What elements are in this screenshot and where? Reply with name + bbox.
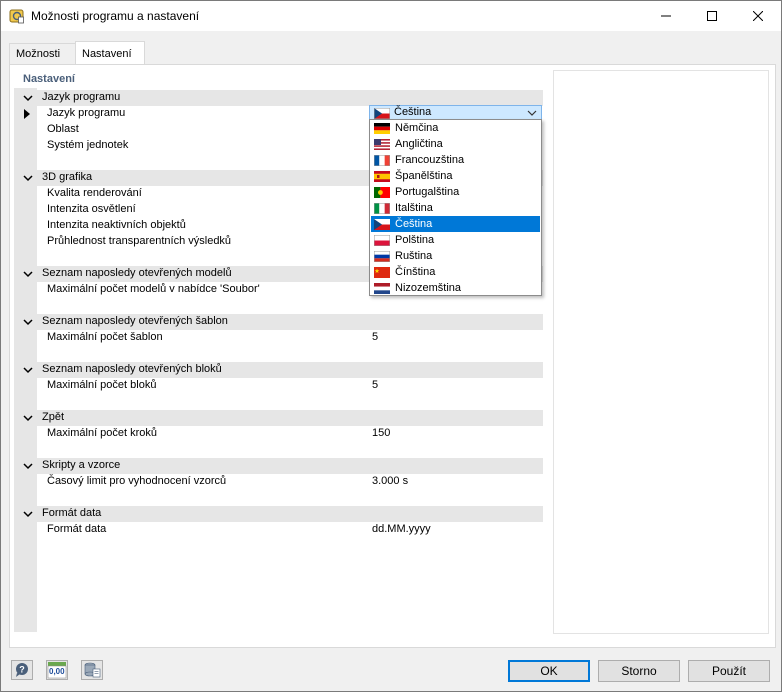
property-label: Maximální počet kroků xyxy=(47,427,158,439)
language-option-russian[interactable]: Ruština xyxy=(371,248,540,264)
minimize-icon xyxy=(661,15,671,17)
property-row-max-templates[interactable]: Maximální počet šablon 5 xyxy=(14,330,543,346)
property-label: Časový limit pro vyhodnocení vzorců xyxy=(47,475,227,487)
group-label: Skripty a vzorce xyxy=(42,459,121,471)
property-row-max-blocks[interactable]: Maximální počet bloků 5 xyxy=(14,378,543,394)
group-label: Formát data xyxy=(42,507,102,519)
group-label: Seznam naposledy otevřených šablon xyxy=(42,315,228,327)
language-option-french[interactable]: Francouzština xyxy=(371,152,540,168)
language-option-dutch[interactable]: Nizozemština xyxy=(371,280,540,296)
language-dropdown-list: Němčina Angličtina Francouzština Španělš… xyxy=(369,119,542,296)
language-option-german[interactable]: Němčina xyxy=(371,120,540,136)
maximize-icon xyxy=(707,11,717,21)
panel-title: Nastavení xyxy=(23,73,75,85)
group-language[interactable]: Jazyk programu xyxy=(14,90,543,106)
it-flag-icon xyxy=(374,203,390,214)
tab-settings[interactable]: Nastavení xyxy=(75,41,145,65)
svg-text:?: ? xyxy=(19,665,25,675)
pl-flag-icon xyxy=(374,235,390,246)
database-icon xyxy=(84,662,101,678)
language-option-english[interactable]: Angličtina xyxy=(371,136,540,152)
property-value[interactable]: 5 xyxy=(372,331,378,343)
property-label: Oblast xyxy=(47,123,79,135)
group-label: Jazyk programu xyxy=(42,91,121,103)
panel-header: Nastavení xyxy=(14,70,543,88)
language-option-polish[interactable]: Polština xyxy=(371,232,540,248)
property-value[interactable]: 150 xyxy=(372,427,390,439)
group-label: Zpět xyxy=(42,411,65,423)
property-label: Intenzita neaktivních objektů xyxy=(47,219,186,231)
current-row-arrow-icon xyxy=(24,109,30,119)
chevron-down-icon[interactable] xyxy=(22,412,34,424)
property-row-max-steps[interactable]: Maximální počet kroků 150 xyxy=(14,426,543,442)
group-scripts[interactable]: Skripty a vzorce xyxy=(14,458,543,474)
group-recent-blocks[interactable]: Seznam naposledy otevřených bloků xyxy=(14,362,543,378)
property-value[interactable]: 3.000 s xyxy=(372,475,408,487)
group-label: 3D grafika xyxy=(42,171,93,183)
database-button[interactable] xyxy=(81,660,103,680)
ru-flag-icon xyxy=(374,251,390,262)
chevron-down-icon[interactable] xyxy=(22,172,34,184)
chevron-down-icon[interactable] xyxy=(22,92,34,104)
property-row-formula-timeout[interactable]: Časový limit pro vyhodnocení vzorců 3.00… xyxy=(14,474,543,490)
chevron-down-icon[interactable] xyxy=(22,460,34,472)
cz-flag-icon xyxy=(374,219,390,230)
es-flag-icon xyxy=(374,171,390,182)
property-label: Intenzita osvětlení xyxy=(47,203,136,215)
chevron-down-icon[interactable] xyxy=(22,316,34,328)
chevron-down-icon[interactable] xyxy=(22,268,34,280)
close-icon xyxy=(753,11,763,21)
property-label: Maximální počet modelů v nabídce 'Soubor… xyxy=(47,283,260,295)
cz-flag-icon xyxy=(374,108,390,119)
chevron-down-icon[interactable] xyxy=(22,508,34,520)
us-flag-icon xyxy=(374,139,390,150)
group-recent-templates[interactable]: Seznam naposledy otevřených šablon xyxy=(14,314,543,330)
group-date-format[interactable]: Formát data xyxy=(14,506,543,522)
window-title: Možnosti programu a nastavení xyxy=(31,9,200,23)
help-icon: ? xyxy=(16,663,28,677)
language-select[interactable]: Čeština xyxy=(369,105,542,120)
property-label: Maximální počet šablon xyxy=(47,331,163,343)
maximize-button[interactable] xyxy=(689,1,735,31)
de-flag-icon xyxy=(374,123,390,134)
language-option-chinese[interactable]: Čínština xyxy=(371,264,540,280)
language-option-czech[interactable]: Čeština xyxy=(371,216,540,232)
language-option-spanish[interactable]: Španělština xyxy=(371,168,540,184)
property-label: Jazyk programu xyxy=(47,107,126,119)
title-bar[interactable]: Možnosti programu a nastavení xyxy=(1,1,781,31)
cancel-button[interactable]: Storno xyxy=(598,660,680,682)
chevron-down-icon[interactable] xyxy=(22,364,34,376)
property-label: Maximální počet bloků xyxy=(47,379,157,391)
units-button[interactable]: 0,00 xyxy=(46,660,68,680)
cn-flag-icon xyxy=(374,267,390,278)
property-label: Systém jednotek xyxy=(47,139,129,151)
group-label: Seznam naposledy otevřených bloků xyxy=(42,363,222,375)
apply-button[interactable]: Použít xyxy=(688,660,770,682)
ok-button[interactable]: OK xyxy=(508,660,590,682)
property-value[interactable]: dd.MM.yyyy xyxy=(372,523,431,535)
property-value[interactable]: 5 xyxy=(372,379,378,391)
units-icon-text: 0,00 xyxy=(49,667,65,676)
property-label: Kvalita renderování xyxy=(47,187,142,199)
group-undo[interactable]: Zpět xyxy=(14,410,543,426)
property-label: Formát data xyxy=(47,523,107,535)
language-option-portuguese[interactable]: Portugalština xyxy=(371,184,540,200)
chevron-down-icon[interactable] xyxy=(527,108,537,118)
preview-panel xyxy=(553,70,769,634)
nl-flag-icon xyxy=(374,283,390,294)
tab-options[interactable]: Možnosti xyxy=(9,43,76,64)
language-option-italian[interactable]: Italština xyxy=(371,200,540,216)
group-label: Seznam naposledy otevřených modelů xyxy=(42,267,232,279)
minimize-button[interactable] xyxy=(643,1,689,31)
help-button[interactable]: ? xyxy=(11,660,33,680)
pt-flag-icon xyxy=(374,187,390,198)
app-icon xyxy=(9,9,24,24)
property-row-date-format[interactable]: Formát data dd.MM.yyyy xyxy=(14,522,543,538)
fr-flag-icon xyxy=(374,155,390,166)
selected-language: Čeština xyxy=(394,106,432,118)
property-label: Průhlednost transparentních výsledků xyxy=(47,235,232,247)
close-button[interactable] xyxy=(735,1,781,31)
